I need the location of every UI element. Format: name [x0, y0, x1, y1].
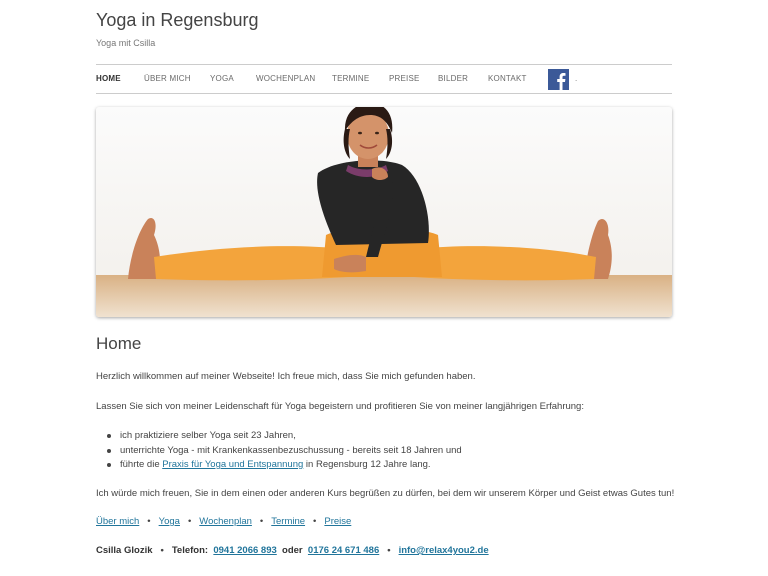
- experience-list: ich praktiziere selber Yoga seit 23 Jahr…: [106, 430, 462, 474]
- main-navigation: Home Über mich Yoga Wochenplan Termine P…: [96, 64, 672, 94]
- list-item-text: unterrichte Yoga - mit Krankenkassenbezu…: [120, 444, 462, 456]
- separator: •: [147, 516, 151, 527]
- nav-home[interactable]: Home: [96, 74, 121, 83]
- nav-termine[interactable]: Termine: [332, 74, 369, 83]
- list-item-post: in Regensburg 12 Jahre lang.: [303, 459, 431, 470]
- phone-link-1[interactable]: 0941 2066 893: [213, 545, 276, 556]
- lead-text: Lassen Sie sich von meiner Leidenschaft …: [96, 401, 584, 412]
- email-link[interactable]: info@relax4you2.de: [399, 545, 489, 556]
- yoga-pose-illustration: [96, 107, 672, 317]
- or-text: oder: [282, 545, 303, 556]
- separator: •: [187, 516, 192, 527]
- quick-links: Über mich • Yoga • Wochenplan • Termine • Preise: [96, 516, 351, 527]
- contact-name: Csilla Glozik: [96, 545, 153, 556]
- separator: •: [259, 516, 264, 527]
- link-preise[interactable]: Preise: [324, 516, 351, 527]
- praxis-link[interactable]: Praxis für Yoga und Entspannung: [162, 459, 303, 470]
- link-yoga[interactable]: Yoga: [159, 516, 180, 527]
- nav-wochenplan[interactable]: Wochenplan: [256, 74, 315, 83]
- facebook-icon[interactable]: [548, 69, 569, 90]
- list-item: führte die Praxis für Yoga und Entspannu…: [106, 459, 462, 474]
- link-ueber-mich[interactable]: Über mich: [96, 516, 139, 527]
- separator: •: [160, 545, 164, 556]
- list-item-text: ich praktiziere selber Yoga seit 23 Jahr…: [120, 430, 296, 441]
- closing-text: Ich würde mich freuen, Sie in dem einen …: [96, 488, 675, 499]
- list-item-pre: führte die: [120, 459, 163, 470]
- nav-preise[interactable]: Preise: [389, 74, 420, 83]
- phone-link-2[interactable]: 0176 24 671 486: [308, 545, 379, 556]
- list-item: unterrichte Yoga - mit Krankenkassenbezu…: [106, 445, 462, 460]
- contact-line: Csilla Glozik • Telefon: 0941 2066 893 ode…: [96, 545, 489, 556]
- intro-text: Herzlich willkommen auf meiner Webseite!…: [96, 371, 476, 382]
- hero-image: [96, 107, 672, 317]
- phone-label: Telefon:: [171, 545, 209, 556]
- nav-bilder[interactable]: Bilder: [438, 74, 468, 83]
- link-wochenplan[interactable]: Wochenplan: [199, 516, 252, 527]
- site-tagline: Yoga mit Csilla: [96, 38, 156, 48]
- facebook-icon-graphic: [548, 69, 569, 90]
- link-termine[interactable]: Termine: [271, 516, 305, 527]
- page-heading: Home: [96, 334, 142, 353]
- nav-ueber-mich[interactable]: Über mich: [144, 74, 191, 83]
- list-item: ich praktiziere selber Yoga seit 23 Jahr…: [106, 430, 462, 445]
- separator: •: [313, 516, 317, 527]
- facebook-suffix: .: [575, 74, 578, 83]
- site-title[interactable]: Yoga in Regensburg: [96, 10, 258, 31]
- separator: •: [387, 545, 391, 556]
- nav-yoga[interactable]: Yoga: [210, 74, 234, 83]
- nav-kontakt[interactable]: Kontakt: [488, 74, 527, 83]
